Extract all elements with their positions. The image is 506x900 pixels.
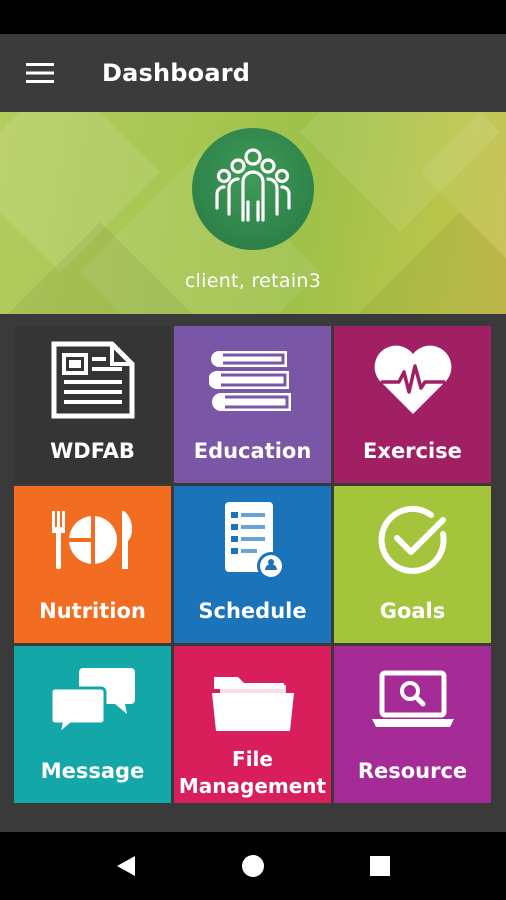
dashboard-grid: WDFAB Education Exercise Nutrition Sched… (14, 326, 492, 804)
checklist-calendar-icon (224, 502, 285, 580)
tile-label: File Management (174, 746, 331, 800)
status-bar (0, 0, 506, 34)
tile-label: Schedule (198, 599, 307, 623)
laptop-search-icon (371, 670, 454, 727)
menu-button[interactable] (0, 34, 80, 112)
tile-label: Nutrition (39, 599, 146, 623)
avatar[interactable] (192, 128, 314, 250)
tile-label-line2: Management (178, 774, 327, 798)
tile-file-management[interactable]: File Management (174, 646, 331, 803)
tile-label-line1: File (232, 747, 273, 771)
home-button[interactable] (213, 832, 293, 900)
tile-label: Goals (379, 599, 446, 623)
tile-label: Resource (357, 759, 468, 783)
home-circle-icon (242, 855, 264, 877)
group-people-icon (215, 148, 291, 222)
tile-label: Message (40, 759, 145, 783)
tile-resource[interactable]: Resource (334, 646, 491, 803)
folder-icon (211, 677, 294, 731)
app-bar: Dashboard (0, 34, 506, 112)
system-nav-bar (0, 832, 506, 900)
tile-message[interactable]: Message (14, 646, 171, 803)
back-button[interactable] (86, 832, 166, 900)
client-name: client, retain3 (184, 270, 322, 292)
tile-goals[interactable]: Goals (334, 486, 491, 643)
tile-schedule[interactable]: Schedule (174, 486, 331, 643)
tile-label: Education (193, 439, 312, 463)
tile-nutrition[interactable]: Nutrition (14, 486, 171, 643)
plate-fork-knife-icon (51, 511, 132, 569)
tile-exercise[interactable]: Exercise (334, 326, 491, 483)
check-circle-icon (378, 505, 447, 574)
recents-button[interactable] (340, 832, 420, 900)
heart-pulse-icon (374, 345, 451, 414)
books-icon (208, 351, 291, 411)
tile-label: Exercise (363, 439, 462, 463)
hamburger-menu-icon (26, 63, 54, 83)
newspaper-icon (51, 341, 134, 419)
profile-banner: client, retain3 (0, 112, 506, 314)
tile-wdfab[interactable]: WDFAB (14, 326, 171, 483)
tile-label: WDFAB (50, 439, 135, 463)
back-triangle-icon (117, 856, 135, 876)
chat-bubbles-icon (49, 668, 135, 738)
page-title: Dashboard (102, 59, 251, 87)
tile-education[interactable]: Education (174, 326, 331, 483)
recents-square-icon (370, 856, 390, 876)
